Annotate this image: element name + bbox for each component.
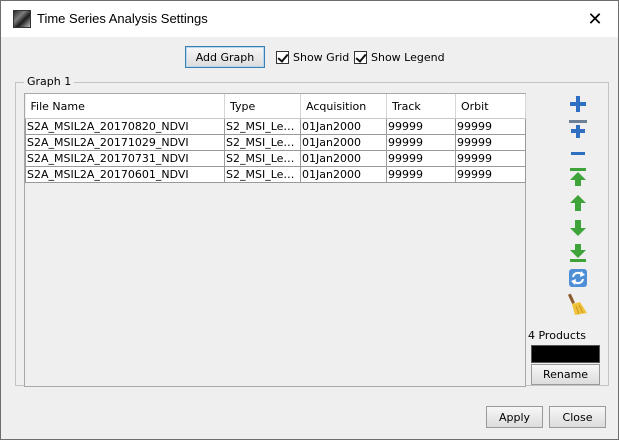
- cell-acquisition[interactable]: 01Jan2000: [300, 118, 387, 135]
- cell-track[interactable]: 99999: [386, 134, 456, 151]
- show-grid-check-icon[interactable]: [276, 50, 289, 64]
- move-bottom-icon[interactable]: [568, 243, 588, 263]
- cell-type[interactable]: S2_MSI_Lev...: [224, 150, 301, 167]
- side-toolbar: 4 Products Rename: [528, 93, 608, 387]
- cell-type[interactable]: S2_MSI_Lev...: [224, 166, 301, 183]
- column-header-track[interactable]: Track: [386, 94, 456, 119]
- cell-type[interactable]: S2_MSI_Lev...: [224, 118, 301, 135]
- column-header-type[interactable]: Type: [224, 94, 301, 119]
- cell-track[interactable]: 99999: [386, 150, 456, 167]
- cell-file-name[interactable]: S2A_MSIL2A_20170601_NDVI: [25, 166, 225, 183]
- cell-orbit[interactable]: 99999: [455, 118, 526, 135]
- table-row[interactable]: S2A_MSIL2A_20171029_NDVI S2_MSI_Lev... 0…: [25, 134, 526, 151]
- show-grid-checkbox[interactable]: Show Grid: [276, 49, 349, 65]
- cell-type[interactable]: S2_MSI_Lev...: [224, 134, 301, 151]
- cell-track[interactable]: 99999: [386, 166, 456, 183]
- cell-file-name[interactable]: S2A_MSIL2A_20170731_NDVI: [25, 150, 225, 167]
- table-row[interactable]: S2A_MSIL2A_20170731_NDVI S2_MSI_Lev... 0…: [25, 150, 526, 167]
- cell-orbit[interactable]: 99999: [455, 134, 526, 151]
- toolbar: Add Graph Show Grid Show Legend: [1, 45, 618, 71]
- cell-track[interactable]: 99999: [386, 118, 456, 135]
- show-legend-label: Show Legend: [371, 50, 445, 64]
- move-down-icon[interactable]: [568, 218, 588, 238]
- products-count: 4 Products: [528, 329, 586, 342]
- product-color-swatch[interactable]: [531, 345, 600, 363]
- show-legend-check-icon[interactable]: [354, 50, 367, 64]
- table-row[interactable]: S2A_MSIL2A_20170601_NDVI S2_MSI_Lev... 0…: [25, 166, 526, 183]
- column-header-orbit[interactable]: Orbit: [455, 94, 526, 119]
- apply-button[interactable]: Apply: [486, 406, 543, 428]
- products-table[interactable]: File Name Type Acquisition Track Orbit S…: [24, 93, 526, 387]
- move-top-icon[interactable]: [568, 167, 588, 187]
- cell-acquisition[interactable]: 01Jan2000: [300, 150, 387, 167]
- clear-broom-icon[interactable]: [566, 293, 590, 317]
- window-close-icon[interactable]: ✕: [572, 1, 618, 37]
- move-up-icon[interactable]: [568, 193, 588, 213]
- settings-dialog: Time Series Analysis Settings ✕ Add Grap…: [0, 0, 619, 440]
- show-grid-label: Show Grid: [293, 50, 350, 64]
- cell-file-name[interactable]: S2A_MSIL2A_20171029_NDVI: [25, 134, 225, 151]
- close-button[interactable]: Close: [549, 406, 606, 428]
- refresh-icon[interactable]: [568, 268, 588, 288]
- column-header-file-name[interactable]: File Name: [25, 94, 225, 119]
- remove-icon[interactable]: [568, 144, 588, 164]
- cell-acquisition[interactable]: 01Jan2000: [300, 134, 387, 151]
- cell-orbit[interactable]: 99999: [455, 150, 526, 167]
- add-icon[interactable]: [568, 94, 588, 114]
- table-row[interactable]: S2A_MSIL2A_20170820_NDVI S2_MSI_Lev... 0…: [25, 118, 526, 135]
- table-header-row: File Name Type Acquisition Track Orbit: [25, 94, 526, 119]
- add-graph-button[interactable]: Add Graph: [185, 46, 265, 68]
- graph-group: Graph 1 File Name Type Acquisition Track…: [15, 75, 609, 387]
- show-legend-checkbox[interactable]: Show Legend: [354, 49, 445, 65]
- app-logo-icon: [13, 10, 31, 28]
- rename-button[interactable]: Rename: [531, 364, 600, 385]
- column-header-acquisition[interactable]: Acquisition: [300, 94, 387, 119]
- cell-file-name[interactable]: S2A_MSIL2A_20170820_NDVI: [25, 118, 225, 135]
- window-title: Time Series Analysis Settings: [37, 11, 208, 26]
- cell-acquisition[interactable]: 01Jan2000: [300, 166, 387, 183]
- add-to-group-icon[interactable]: [568, 119, 588, 139]
- graph-group-label: Graph 1: [24, 75, 75, 88]
- cell-orbit[interactable]: 99999: [455, 166, 526, 183]
- title-bar[interactable]: Time Series Analysis Settings ✕: [1, 1, 618, 37]
